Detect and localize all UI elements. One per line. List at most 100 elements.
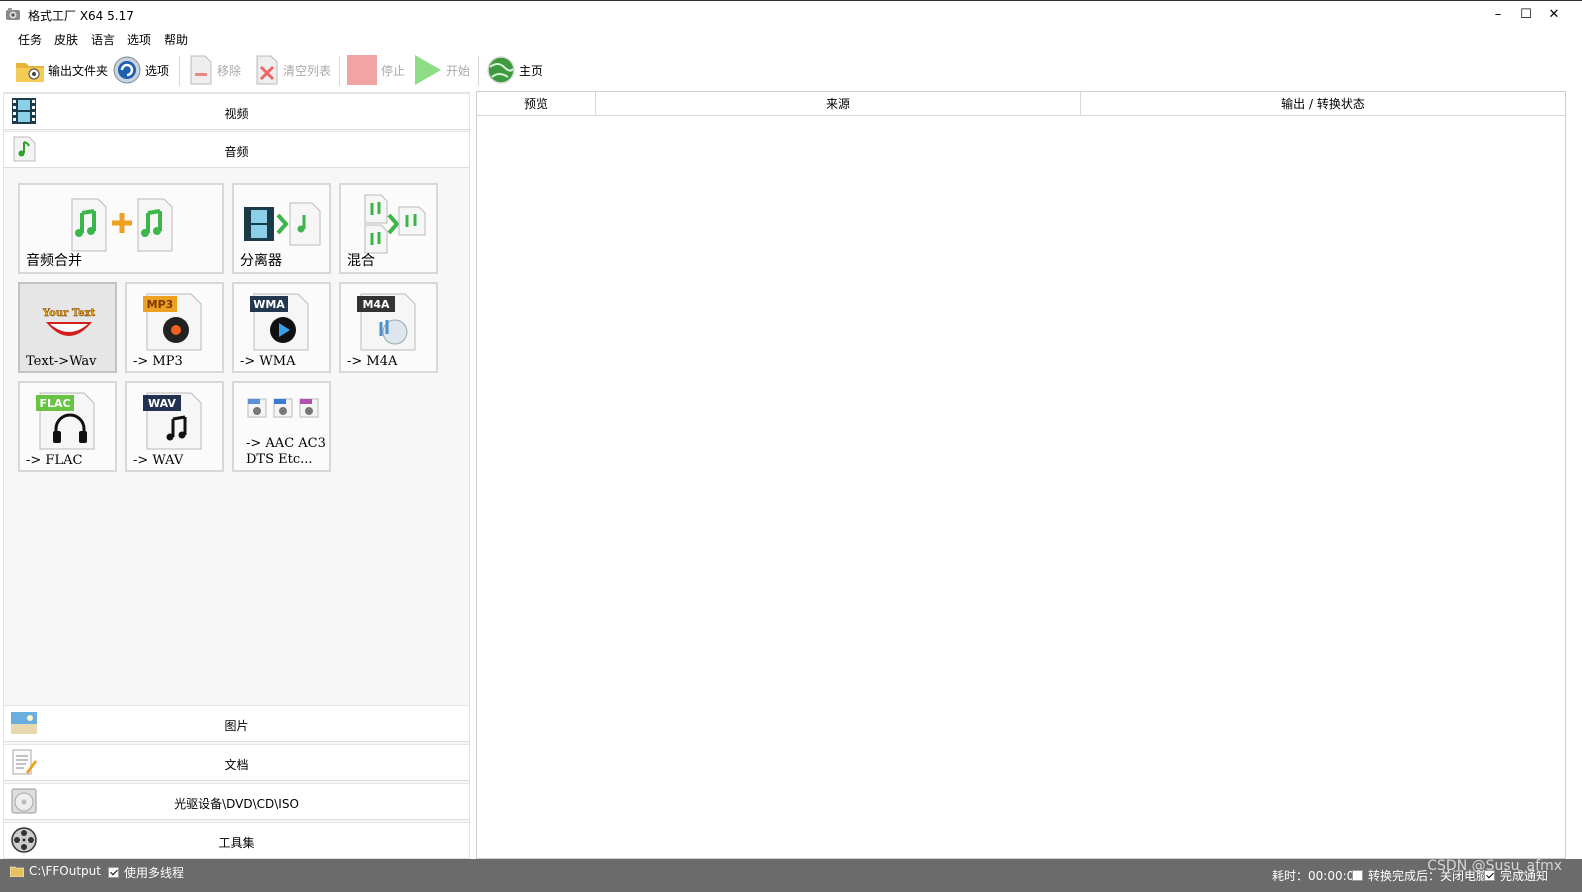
splitter-tile[interactable]: 分离器: [232, 183, 331, 274]
wma-label: -> WMA: [240, 354, 296, 369]
menu-skin[interactable]: 皮肤: [54, 31, 78, 48]
wav-icon: WAV: [143, 392, 202, 450]
options-button[interactable]: 选项: [112, 54, 169, 86]
category-image[interactable]: 图片: [4, 705, 469, 742]
text-to-wav-tile[interactable]: Your Text Text->Wav: [18, 282, 117, 373]
splitter-icon: [244, 202, 321, 246]
remove-button[interactable]: 移除: [188, 54, 241, 86]
clear-list-button[interactable]: 清空列表: [254, 54, 331, 86]
toolbar-separator: [478, 56, 479, 86]
elapsed-label: 耗时：00:00:00: [1272, 869, 1362, 883]
category-tools-label: 工具集: [218, 836, 255, 850]
wma-icon: WMA: [250, 293, 309, 351]
toolbar-separator: [339, 56, 340, 86]
elapsed-time: 耗时：00:00:00: [1272, 867, 1362, 884]
folder-icon: [16, 63, 44, 82]
your-text-badge: Your Text: [42, 308, 96, 319]
home-label: 主页: [519, 63, 544, 78]
folder-small-icon: [10, 866, 24, 877]
clear-list-icon: [256, 55, 278, 85]
menu-bar: 任务 皮肤 语言 选项 帮助: [0, 28, 1582, 50]
mix-tile[interactable]: 混合: [339, 183, 438, 274]
output-folder-button[interactable]: 输出文件夹: [15, 54, 108, 86]
mp3-tile[interactable]: MP3 -> MP3: [125, 282, 224, 373]
gear-icon: [113, 56, 141, 84]
column-header-source[interactable]: 来源: [596, 92, 1081, 116]
flac-label: -> FLAC: [26, 453, 83, 468]
options-label: 选项: [145, 63, 170, 78]
audio-tools-grid: 音频合并 分离器 混合 Your Text Text->Wav MP3 -> M…: [16, 183, 456, 483]
m4a-icon: M4A: [357, 293, 416, 351]
menu-help[interactable]: 帮助: [164, 31, 188, 48]
column-header-output-status[interactable]: 输出 / 转换状态: [1081, 92, 1565, 116]
audio-merge-label: 音频合并: [26, 253, 82, 269]
mix-icon: [364, 194, 426, 254]
flac-badge: FLAC: [39, 397, 70, 410]
category-panel: 视频 音频 音频合并 分离器 混合 Your Text Text->Wav MP…: [3, 92, 470, 860]
aac-ac3-dts-label-line2: DTS Etc...: [246, 452, 313, 467]
play-icon: [415, 55, 441, 85]
m4a-badge: M4A: [362, 298, 390, 311]
category-audio-label: 音频: [224, 145, 249, 159]
menu-language[interactable]: 语言: [91, 31, 115, 48]
category-document-label: 文档: [224, 758, 249, 772]
remove-label: 移除: [217, 63, 242, 78]
globe-icon: [487, 56, 515, 84]
multithread-checkbox[interactable]: [108, 867, 119, 878]
menu-options[interactable]: 选项: [127, 31, 151, 48]
status-bar: C:\FFOutput 使用多线程 耗时：00:00:00 转换完成后：关闭电脑…: [0, 859, 1582, 892]
home-button[interactable]: 主页: [486, 54, 543, 86]
wav-badge: WAV: [148, 397, 176, 410]
category-optical-label: 光驱设备\DVD\CD\ISO: [174, 797, 299, 811]
splitter-label: 分离器: [240, 253, 282, 269]
toolbar: 输出文件夹 选项 移除 清空列表 停止 开始 主页: [0, 50, 1582, 90]
aac-ac3-dts-tile[interactable]: -> AAC AC3 DTS Etc...: [232, 381, 331, 472]
stop-label: 停止: [381, 63, 406, 78]
watermark: CSDN @Susu_afmx: [1427, 858, 1562, 874]
flac-tile[interactable]: FLAC -> FLAC: [18, 381, 117, 472]
multithread-toggle[interactable]: 使用多线程: [108, 864, 184, 881]
clear-list-label: 清空列表: [283, 63, 332, 78]
mp3-label: -> MP3: [133, 354, 183, 369]
window-title: 格式工厂 X64 5.17: [28, 9, 134, 23]
task-list: 预览 来源 输出 / 转换状态: [476, 91, 1566, 859]
format-factory-app-icon: [6, 8, 20, 20]
category-audio[interactable]: 音频: [4, 131, 469, 168]
category-video-label: 视频: [224, 107, 249, 121]
category-document[interactable]: 文档: [4, 744, 469, 781]
close-button[interactable]: ✕: [1544, 5, 1564, 25]
menu-task[interactable]: 任务: [18, 31, 42, 48]
maximize-button[interactable]: ☐: [1516, 5, 1536, 25]
minimize-button[interactable]: –: [1488, 5, 1508, 25]
category-tools[interactable]: 工具集: [4, 822, 469, 859]
output-folder-label: 输出文件夹: [48, 63, 109, 78]
flac-icon: FLAC: [36, 392, 95, 450]
audio-merge-tile[interactable]: 音频合并: [18, 183, 224, 274]
aac-ac3-dts-label: -> AAC AC3 DTS Etc...: [246, 436, 326, 468]
mix-label: 混合: [347, 253, 375, 269]
wav-tile[interactable]: WAV -> WAV: [125, 381, 224, 472]
category-optical[interactable]: 光驱设备\DVD\CD\ISO: [4, 783, 469, 820]
text-to-wav-label: Text->Wav: [26, 354, 97, 369]
mp3-icon: MP3: [143, 293, 202, 351]
stop-button[interactable]: 停止: [346, 54, 405, 86]
start-button[interactable]: 开始: [413, 54, 470, 86]
after-convert-checkbox[interactable]: [1352, 870, 1363, 881]
multithread-label: 使用多线程: [124, 866, 185, 880]
m4a-tile[interactable]: M4A -> M4A: [339, 282, 438, 373]
category-image-label: 图片: [224, 719, 249, 733]
remove-file-icon: [190, 55, 212, 85]
start-label: 开始: [446, 63, 471, 78]
title-bar: 格式工厂 X64 5.17 – ☐ ✕: [0, 0, 1582, 28]
aac-ac3-dts-icon: [247, 398, 319, 418]
category-video[interactable]: 视频: [4, 93, 469, 130]
aac-ac3-dts-label-line1: -> AAC AC3: [246, 436, 326, 451]
text-to-wav-icon: Your Text: [42, 308, 96, 336]
wma-tile[interactable]: WMA -> WMA: [232, 282, 331, 373]
column-header-preview[interactable]: 预览: [477, 92, 596, 116]
audio-merge-icon: [71, 198, 173, 252]
output-path[interactable]: C:\FFOutput: [10, 864, 101, 878]
toolbar-separator: [179, 56, 180, 86]
wav-label: -> WAV: [133, 453, 184, 468]
m4a-label: -> M4A: [347, 354, 398, 369]
